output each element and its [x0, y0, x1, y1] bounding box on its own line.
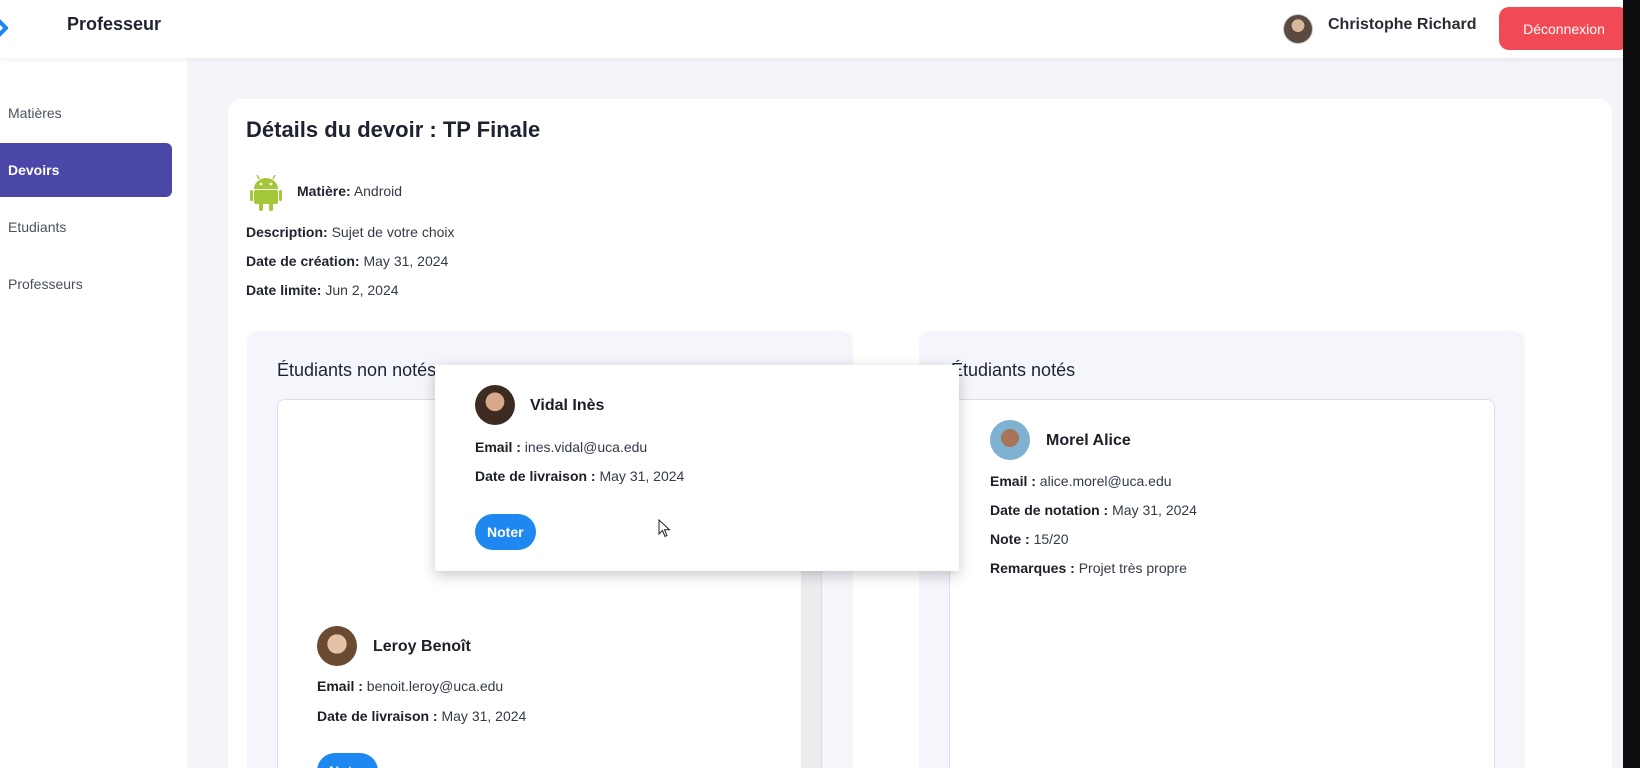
description-value: Sujet de votre choix — [331, 224, 455, 240]
remarks-value: Projet très propre — [1078, 560, 1187, 576]
delivery-value: May 31, 2024 — [599, 468, 685, 484]
student-delivery-line: Date de livraison : May 31, 2024 — [317, 708, 526, 724]
student-remarks-line: Remarques : Projet très propre — [990, 560, 1187, 576]
student-delivery-line: Date de livraison : May 31, 2024 — [475, 468, 684, 484]
dragged-student-card[interactable]: Vidal Inès Email : ines.vidal@uca.edu Da… — [435, 365, 959, 571]
created-line: Date de création: May 31, 2024 — [246, 253, 448, 269]
mouse-cursor-icon — [658, 519, 671, 538]
student-email-line: Email : benoit.leroy@uca.edu — [317, 678, 503, 694]
description-line: Description: Sujet de votre choix — [246, 224, 455, 240]
email-value: benoit.leroy@uca.edu — [366, 678, 504, 694]
graded-date-label: Date de notation : — [990, 502, 1109, 518]
subject-value: Android — [353, 183, 403, 199]
note-label: Note : — [990, 531, 1030, 547]
sidebar-item-label: Devoirs — [8, 162, 60, 178]
sidebar-item-etudiants[interactable]: Etudiants — [0, 200, 172, 254]
user-name: Christophe Richard — [1328, 16, 1477, 33]
delivery-label: Date de livraison : — [475, 468, 596, 484]
email-label: Email : — [317, 678, 363, 694]
graded-dropzone[interactable] — [949, 399, 1495, 768]
page-title: Détails du devoir : TP Finale — [246, 117, 541, 142]
sidebar: Matières Devoirs Etudiants Professeurs — [0, 58, 187, 768]
email-value: ines.vidal@uca.edu — [524, 439, 648, 455]
deadline-line: Date limite: Jun 2, 2024 — [246, 282, 399, 298]
remarks-label: Remarques : — [990, 560, 1075, 576]
delivery-value: May 31, 2024 — [441, 708, 527, 724]
noter-button[interactable]: Noter — [317, 753, 378, 768]
created-value: May 31, 2024 — [363, 253, 449, 269]
student-email-line: Email : ines.vidal@uca.edu — [475, 439, 647, 455]
student-note-line: Note : 15/20 — [990, 531, 1069, 547]
sidebar-item-label: Etudiants — [8, 219, 67, 235]
email-label: Email : — [990, 473, 1036, 489]
app-title: Professeur — [67, 14, 162, 34]
graded-panel-title: Étudiants notés — [951, 360, 1076, 380]
deadline-value: Jun 2, 2024 — [325, 282, 399, 298]
sidebar-item-devoirs[interactable]: Devoirs — [0, 143, 172, 197]
email-label: Email : — [475, 439, 521, 455]
ungraded-panel-title: Étudiants non notés — [277, 360, 437, 380]
sidebar-item-matieres[interactable]: Matières — [0, 86, 172, 140]
note-value: 15/20 — [1033, 531, 1069, 547]
sidebar-item-label: Matières — [8, 105, 62, 121]
description-label: Description: — [246, 224, 328, 240]
android-icon — [250, 175, 282, 211]
window-edge — [1623, 0, 1640, 768]
email-value: alice.morel@uca.edu — [1039, 473, 1172, 489]
student-name: Leroy Benoît — [373, 638, 471, 655]
avatar — [990, 420, 1030, 460]
avatar — [475, 385, 515, 425]
created-label: Date de création: — [246, 253, 360, 269]
sidebar-item-professeurs[interactable]: Professeurs — [0, 257, 172, 311]
sidebar-item-label: Professeurs — [8, 276, 83, 292]
deadline-label: Date limite: — [246, 282, 322, 298]
student-email-line: Email : alice.morel@uca.edu — [990, 473, 1172, 489]
graded-date-value: May 31, 2024 — [1112, 502, 1197, 518]
delivery-label: Date de livraison : — [317, 708, 438, 724]
top-bar: Professeur Christophe Richard Déconnexio… — [0, 0, 1640, 58]
student-name: Morel Alice — [1046, 432, 1131, 449]
user-avatar — [1283, 14, 1313, 44]
student-name: Vidal Inès — [530, 397, 605, 414]
noter-button[interactable]: Noter — [475, 514, 536, 550]
subject-label: Matière: — [297, 183, 351, 199]
subject-line: Matière: Android — [297, 183, 402, 199]
avatar — [317, 626, 357, 666]
app-logo-icon — [0, 19, 8, 37]
student-graded-date-line: Date de notation : May 31, 2024 — [990, 502, 1197, 518]
logout-button[interactable]: Déconnexion — [1499, 7, 1629, 50]
